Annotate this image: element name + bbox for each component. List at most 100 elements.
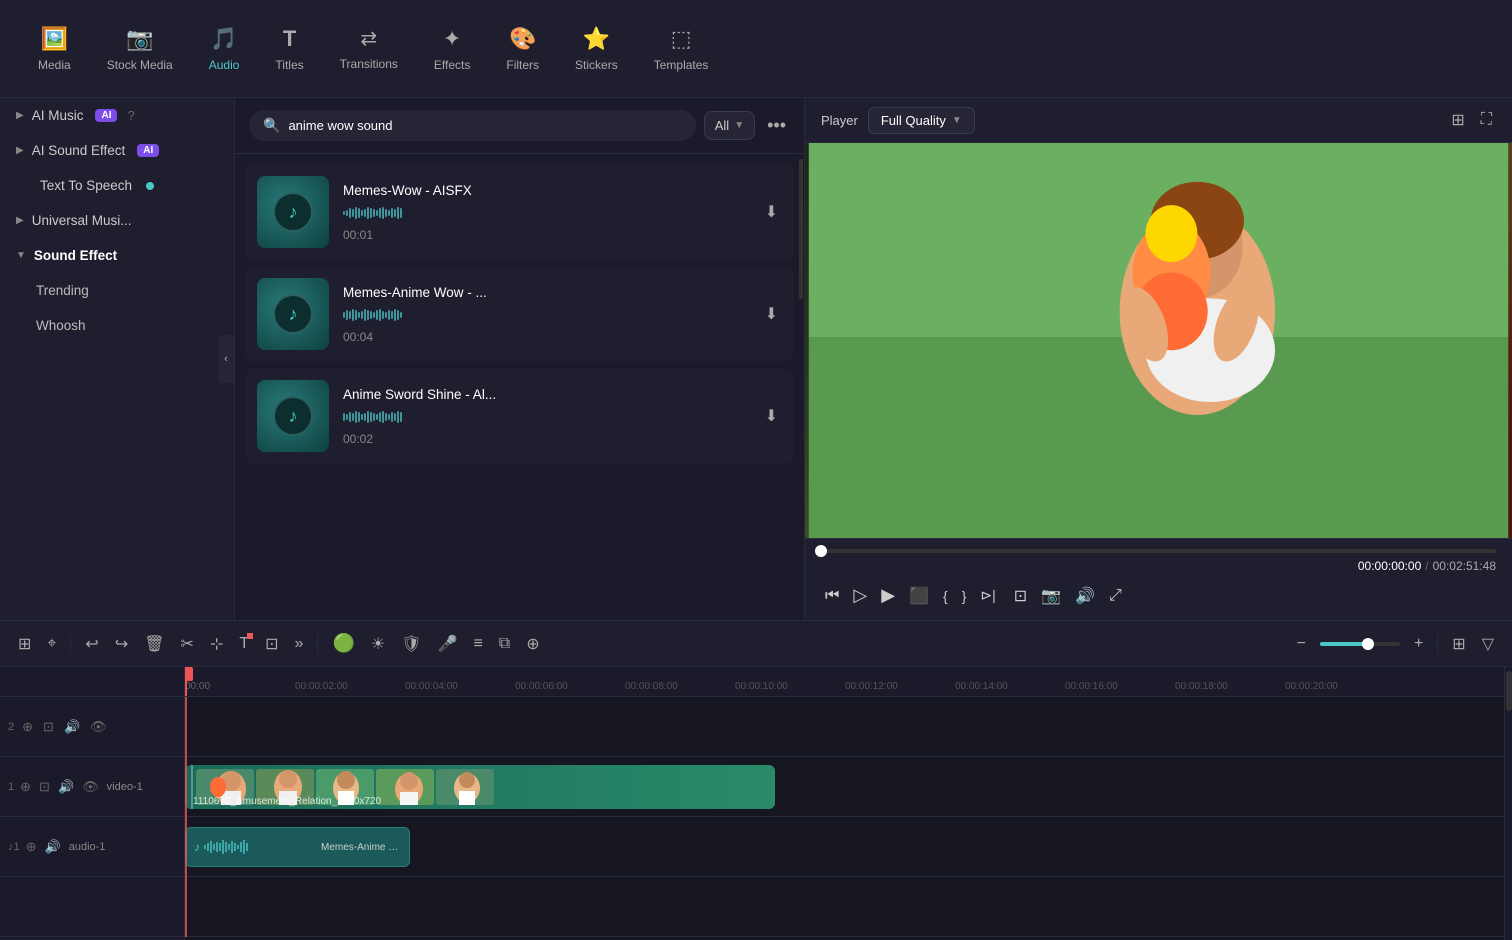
timeline-grid-view-button[interactable]: ⊞: [1446, 630, 1471, 658]
sidebar-item-universal-music[interactable]: ▶ Universal Musi...: [0, 203, 234, 238]
search-bar: 🔍 All ▼ •••: [235, 98, 804, 154]
timeline-grid-button[interactable]: ⊞: [12, 630, 37, 658]
expand-view-button[interactable]: ⛶: [1477, 106, 1496, 134]
track-row-audio1[interactable]: ♪: [185, 817, 1504, 877]
track-audio-2[interactable]: 🔊: [62, 717, 82, 737]
templates-icon: ⬚: [671, 26, 692, 52]
track-add-button-2[interactable]: ⊡: [41, 717, 56, 737]
sidebar-item-text-to-speech[interactable]: Text To Speech: [0, 168, 234, 203]
nav-item-stickers[interactable]: ⭐ Stickers: [557, 18, 636, 80]
quality-dropdown[interactable]: Full Quality ▼: [868, 107, 975, 134]
effects-icon: ✦: [443, 26, 461, 52]
nav-item-templates[interactable]: ⬚ Templates: [636, 18, 727, 80]
zoom-slider[interactable]: [1320, 642, 1400, 646]
track-eye-1[interactable]: 👁: [80, 777, 101, 797]
sidebar-item-sound-effect[interactable]: ▼ Sound Effect: [0, 238, 234, 273]
crop-button[interactable]: ⊡: [259, 630, 284, 658]
sidebar-item-trending[interactable]: Trending: [0, 273, 234, 308]
cut-button[interactable]: ✂: [175, 630, 200, 658]
nav-item-titles[interactable]: T Titles: [257, 18, 321, 80]
more-tools-button[interactable]: »: [289, 631, 310, 657]
ruler-mark-2: 00:00:04:00: [405, 681, 458, 692]
nav-item-transitions[interactable]: ⇄ Transitions: [322, 18, 416, 79]
nav-item-filters[interactable]: 🎨 Filters: [488, 18, 557, 80]
audio-waveform-1: [343, 203, 747, 223]
zoom-in-button[interactable]: +: [1408, 631, 1429, 657]
filter-label: All: [715, 118, 729, 133]
sun-button[interactable]: ☀: [365, 630, 391, 658]
filters-icon: 🎨: [509, 26, 536, 52]
stop-button[interactable]: ⬛: [905, 582, 933, 610]
chevron-right-icon2: ▶: [16, 145, 24, 156]
play-button[interactable]: ▶: [877, 581, 899, 610]
volume-button[interactable]: 🔊: [1071, 582, 1099, 610]
search-input[interactable]: [288, 118, 681, 133]
step-forward-button[interactable]: ▷: [849, 581, 871, 610]
filter-dropdown[interactable]: All ▼: [704, 111, 755, 140]
ai-music-help-icon[interactable]: ?: [127, 108, 134, 123]
export-button[interactable]: ⊳|: [976, 583, 999, 608]
audio-download-button-2[interactable]: ⬇: [761, 300, 782, 328]
nav-label-titles: Titles: [275, 58, 303, 72]
audio-track-lock-button[interactable]: ⊕: [24, 837, 39, 857]
sidebar-item-ai-music[interactable]: ▶ AI Music AI ?: [0, 98, 234, 133]
timeline-expand-button[interactable]: ▽: [1476, 630, 1500, 658]
player-controls: 00:00:00:00 / 00:02:51:48 ⏮ ▷ ▶ ⬛ { } ⊳|…: [805, 538, 1512, 620]
audio-item-3[interactable]: ♪ Anime Sword Shine - Al...: [245, 368, 794, 464]
split-button[interactable]: ⊹: [204, 630, 229, 658]
timeline-scrollbar[interactable]: [1504, 667, 1512, 940]
video-clip-1[interactable]: 1110670_Amusement_Relation_1280x720: [185, 765, 775, 809]
nav-item-effects[interactable]: ✦ Effects: [416, 18, 488, 80]
audio-download-button-1[interactable]: ⬇: [761, 198, 782, 226]
mic-button[interactable]: 🎤: [432, 630, 464, 658]
track-row-video1[interactable]: 1110670_Amusement_Relation_1280x720: [185, 757, 1504, 817]
track-eye-2[interactable]: 👁: [88, 717, 109, 737]
person-detect-button[interactable]: 🟢: [326, 629, 360, 658]
track-row-video2[interactable]: [185, 697, 1504, 757]
track-lock-button-2[interactable]: ⊕: [20, 717, 35, 737]
settings-button[interactable]: ⤢: [1105, 583, 1126, 609]
timeline-body: 2 ⊕ ⊡ 🔊 👁 1 ⊕ ⊡ 🔊 👁 video-1 ♪1 ⊕ 🔊 audio…: [0, 667, 1512, 940]
track-lock-button-1[interactable]: ⊕: [18, 777, 33, 797]
search-input-wrap: 🔍: [249, 110, 696, 141]
undo-button[interactable]: ↩: [79, 630, 104, 658]
nav-item-stock-media[interactable]: 📷 Stock Media: [89, 18, 191, 80]
list-button[interactable]: ≡: [467, 631, 488, 657]
collapse-panel-button[interactable]: ‹: [218, 335, 234, 383]
sidebar-item-whoosh[interactable]: Whoosh: [0, 308, 234, 343]
mark-in-button[interactable]: {: [939, 584, 952, 608]
track-number-2: 2: [8, 721, 14, 733]
audio-1-label: audio-1: [69, 841, 106, 853]
timeline-select-button[interactable]: ⌖: [41, 631, 62, 657]
prev-frame-button[interactable]: ⏮: [821, 583, 843, 609]
more-options-button[interactable]: •••: [763, 111, 790, 140]
progress-bar[interactable]: [821, 549, 1496, 553]
redo-button[interactable]: ↪: [109, 630, 134, 658]
zoom-out-button[interactable]: −: [1291, 631, 1312, 657]
text-button[interactable]: T: [233, 631, 255, 657]
track-add-button-1[interactable]: ⊡: [37, 777, 52, 797]
nav-item-media[interactable]: 🖼️ Media: [20, 18, 89, 80]
nav-item-audio[interactable]: 🎵 Audio: [191, 18, 258, 80]
grid-view-button[interactable]: ⊞: [1447, 106, 1468, 134]
progress-thumb: [815, 545, 827, 557]
snapshot-button[interactable]: 📷: [1037, 582, 1065, 610]
audio-item-2[interactable]: ♪ Memes-Anime Wow - ...: [245, 266, 794, 362]
text-to-speech-label: Text To Speech: [40, 178, 132, 193]
nav-label-media: Media: [38, 58, 71, 72]
audio-item[interactable]: ♪ Memes-Wow - AISFX: [245, 164, 794, 260]
layers-button[interactable]: ⧉: [493, 631, 516, 657]
sidebar-item-ai-sound-effect[interactable]: ▶ AI Sound Effect AI: [0, 133, 234, 168]
tracks-area[interactable]: 00:00 00:00:02:00 00:00:04:00 00:00:06:0…: [185, 667, 1504, 940]
audio-download-button-3[interactable]: ⬇: [761, 402, 782, 430]
track-audio-1[interactable]: 🔊: [56, 777, 76, 797]
fullscreen-button[interactable]: ⊡: [1010, 582, 1031, 610]
mark-out-button[interactable]: }: [958, 584, 971, 608]
top-nav: 🖼️ Media 📷 Stock Media 🎵 Audio T Titles …: [0, 0, 1512, 98]
delete-button[interactable]: 🗑: [138, 630, 170, 658]
chevron-right-icon: ▶: [16, 110, 24, 121]
add-clip-button[interactable]: ⊕: [520, 630, 545, 658]
audio-clip-1[interactable]: ♪: [185, 827, 410, 867]
shield-button[interactable]: 🛡: [395, 630, 427, 658]
audio-track-vol-button[interactable]: 🔊: [43, 837, 63, 857]
